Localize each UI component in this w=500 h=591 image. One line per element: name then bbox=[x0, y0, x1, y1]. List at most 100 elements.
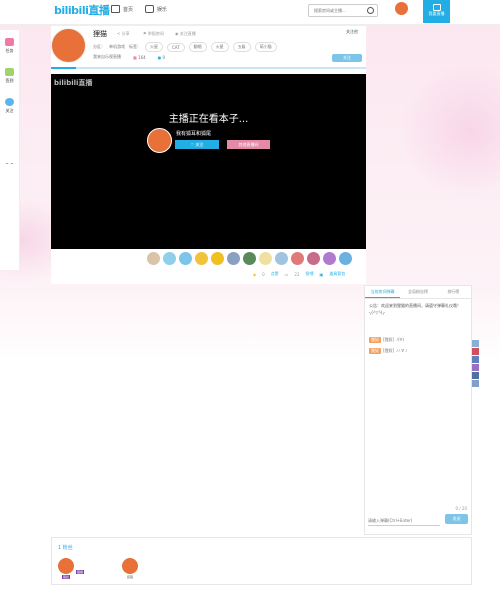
feed-button[interactable]: 投喂 bbox=[306, 271, 314, 277]
sidebar-item-follow[interactable]: 关注 bbox=[0, 98, 19, 114]
medal-icon: ● bbox=[157, 54, 162, 60]
offline-anchor-avatar bbox=[147, 128, 172, 153]
chat-username[interactable]: [狸奴] bbox=[383, 348, 394, 354]
chat-text: ﾉ(∀) bbox=[396, 337, 404, 342]
fan-badge: 狸奴 bbox=[61, 575, 70, 579]
emote-icon[interactable] bbox=[472, 364, 479, 371]
tag-chip[interactable]: 火星 bbox=[145, 42, 163, 52]
gift-icon[interactable] bbox=[227, 252, 240, 265]
offline-message: 主播正在看本子... bbox=[168, 114, 249, 125]
left-sidebar: 任务 签到 关注 – – bbox=[0, 30, 20, 270]
gift-icon[interactable] bbox=[211, 252, 224, 265]
gift-icon[interactable] bbox=[195, 252, 208, 265]
danmaku-input[interactable] bbox=[368, 515, 440, 526]
emote-icon[interactable] bbox=[472, 380, 479, 387]
tag-chip[interactable]: 萌小猫 bbox=[254, 42, 277, 52]
task-icon bbox=[5, 38, 14, 46]
follow-button[interactable]: 关注 bbox=[332, 54, 362, 62]
nav-home-label: 首页 bbox=[123, 6, 134, 13]
live-room: 狸猫 < 分享 ⚑ 举报房间 ◉ 关注直播 关注他 分区： 单机游戏 标签： 火… bbox=[51, 26, 366, 284]
watch-link[interactable]: ◉ 关注直播 bbox=[175, 31, 196, 37]
bili-icon bbox=[145, 5, 154, 13]
watch-label: 关注直播 bbox=[179, 31, 196, 36]
gift-icon[interactable] bbox=[323, 252, 336, 265]
gift-icon[interactable] bbox=[307, 252, 320, 265]
tag-chip[interactable]: 翻唱 bbox=[188, 42, 207, 52]
room-notice: 公告：欢迎来到狸猫的直播间，请遵守弹幕礼仪哦！ ╮(╯▽╰)╭ bbox=[369, 303, 461, 315]
user-avatar[interactable] bbox=[395, 2, 408, 15]
start-live-button[interactable]: 我要直播 bbox=[423, 0, 450, 23]
area-label: 分区： bbox=[93, 44, 105, 49]
fans-stat: ■ 164 bbox=[133, 55, 146, 60]
chat-panel: 当前房间弹幕 全局粉丝榜 排行榜 公告：欢迎来到狸猫的直播间，请遵守弹幕礼仪哦！… bbox=[364, 285, 472, 535]
search-icon[interactable] bbox=[367, 7, 374, 14]
tab-fans-rank[interactable]: 全局粉丝榜 bbox=[400, 286, 435, 298]
nav-entertainment-label: 娱乐 bbox=[157, 6, 168, 13]
fan-name: 狐狸 bbox=[125, 575, 134, 579]
offline-anchor-name: 我有狐耳和狐尾 bbox=[176, 131, 212, 137]
report-link[interactable]: ⚑ 举报房间 bbox=[143, 31, 164, 37]
tag-row: 分区： 单机游戏 标签： 火星 CAT 翻唱 火星 五级 萌小猫 bbox=[93, 42, 277, 52]
start-live-label: 我要直播 bbox=[428, 11, 445, 16]
sidebar-collapse-toggle[interactable]: – – bbox=[0, 160, 19, 167]
fan-medal[interactable]: 狸奴 bbox=[369, 348, 381, 354]
other-rooms-button[interactable]: 其他直播间 bbox=[227, 140, 270, 149]
room-header: 狸猫 < 分享 ⚑ 举报房间 ◉ 关注直播 关注他 分区： 单机游戏 标签： 火… bbox=[51, 26, 366, 70]
gift-icon[interactable] bbox=[291, 252, 304, 265]
like-button[interactable]: 点赞 bbox=[271, 271, 279, 277]
tab-rank[interactable]: 排行榜 bbox=[436, 286, 471, 298]
room-note: 我来自乐视直播 bbox=[93, 54, 121, 59]
fan-avatar bbox=[58, 558, 74, 574]
sidebar-item-tasks[interactable]: 任务 bbox=[0, 38, 19, 54]
area-value[interactable]: 单机游戏 bbox=[109, 44, 125, 50]
share-label: 分享 bbox=[121, 31, 130, 36]
chat-message: 狸奴 [狸奴] ﾉ(∀) bbox=[369, 337, 404, 343]
emote-icon[interactable] bbox=[472, 340, 479, 347]
heart-icon bbox=[5, 98, 14, 106]
gift-icon[interactable] bbox=[243, 252, 256, 265]
gift-icon[interactable] bbox=[179, 252, 192, 265]
send-button[interactable]: 发送 bbox=[445, 514, 468, 524]
gift-icon[interactable] bbox=[339, 252, 352, 265]
chat-text: ﾉﾉ ∀ ﾉ bbox=[396, 348, 408, 353]
sidebar-item-checkin[interactable]: 签到 bbox=[0, 68, 19, 84]
gift-icon[interactable] bbox=[259, 252, 272, 265]
emote-icon[interactable] bbox=[472, 348, 479, 355]
fan-label-entry: 狸猫 bbox=[76, 570, 85, 574]
fans-panel: 1 粉丝 狸奴 狸猫 狐狸 bbox=[51, 537, 472, 585]
player-follow-button[interactable]: ♡ 关注 bbox=[175, 140, 219, 149]
gift-bag-button[interactable]: 道具背包 bbox=[329, 271, 345, 277]
search-input[interactable] bbox=[312, 5, 370, 16]
fan-entry[interactable]: 狐狸 bbox=[122, 558, 138, 579]
fan-level-badge: 狸猫 bbox=[76, 570, 85, 574]
attention-link[interactable]: 关注他 bbox=[346, 29, 358, 35]
sidebar-item-label: 关注 bbox=[5, 108, 14, 113]
tag-chip[interactable]: 五级 bbox=[232, 42, 251, 52]
tv-icon bbox=[111, 5, 120, 13]
danmaku-char-count: 0 / 20 bbox=[455, 506, 467, 511]
emote-icon[interactable] bbox=[472, 372, 479, 379]
fan-medal[interactable]: 狸奴 bbox=[369, 337, 381, 343]
nav-home[interactable]: 首页 bbox=[111, 5, 133, 13]
anchor-name[interactable]: 狸猫 bbox=[93, 29, 107, 39]
room-stats: ◆ 0 点赞 ▭ 22 投喂 ▣ 道具背包 bbox=[253, 271, 345, 277]
tag-chip[interactable]: 火星 bbox=[210, 42, 229, 52]
level-progress bbox=[51, 67, 366, 69]
gift-icon[interactable] bbox=[147, 252, 160, 265]
fans-count-title: 1 粉丝 bbox=[58, 545, 73, 551]
player-follow-label: 关注 bbox=[195, 142, 204, 147]
gift-icon[interactable] bbox=[163, 252, 176, 265]
share-link[interactable]: < 分享 bbox=[117, 31, 130, 37]
video-player[interactable]: bilibili直播 主播正在看本子... 我有狐耳和狐尾 ♡ 关注 其他直播间 bbox=[51, 74, 366, 249]
sidebar-item-label: 任务 bbox=[5, 48, 14, 53]
emote-icon[interactable] bbox=[472, 356, 479, 363]
site-logo[interactable]: bilibili直播 bbox=[54, 2, 110, 18]
chat-username[interactable]: [狸奴] bbox=[383, 337, 394, 343]
gift-icon[interactable] bbox=[275, 252, 288, 265]
tab-danmaku[interactable]: 当前房间弹幕 bbox=[365, 286, 401, 298]
anchor-avatar[interactable] bbox=[51, 28, 86, 63]
tag-chip[interactable]: CAT bbox=[167, 42, 185, 52]
attention-label: 关注他 bbox=[346, 29, 358, 34]
fan-entry[interactable]: 狸奴 bbox=[58, 558, 74, 579]
nav-entertainment[interactable]: 娱乐 bbox=[145, 5, 167, 13]
